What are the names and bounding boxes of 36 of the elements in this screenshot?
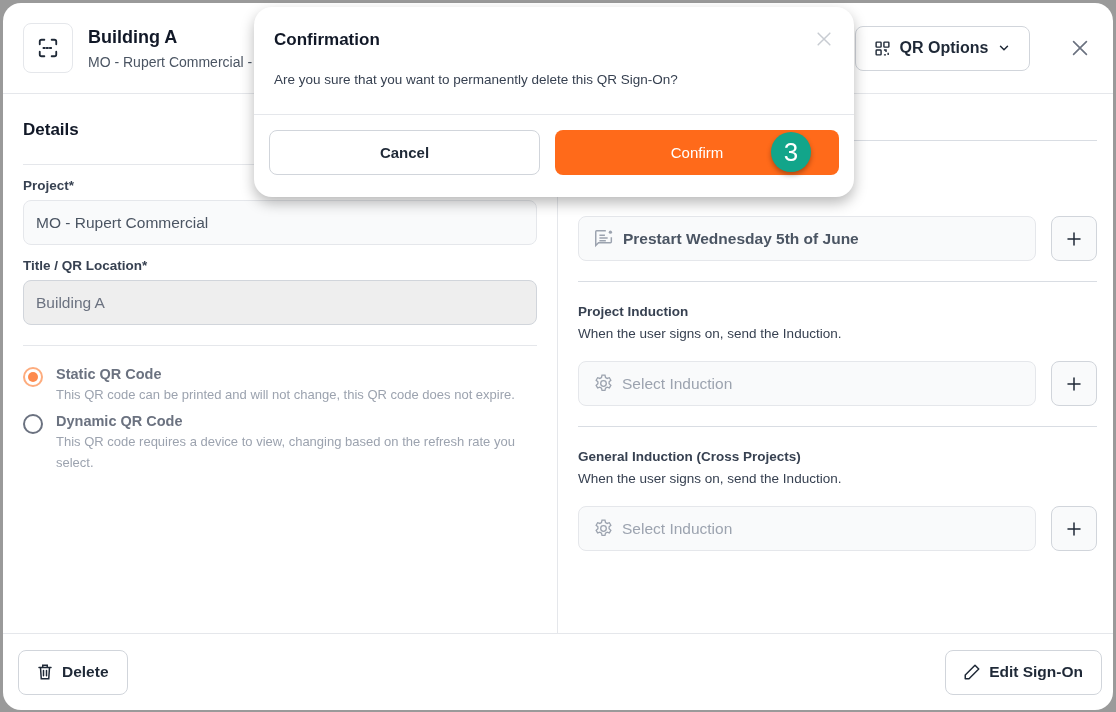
gear-icon xyxy=(593,518,614,539)
qr-code-icon xyxy=(873,39,891,57)
step-badge: 3 xyxy=(771,132,811,172)
delete-button[interactable]: Delete xyxy=(18,649,128,695)
radio-button[interactable] xyxy=(23,367,43,387)
qr-options-button[interactable]: QR Options xyxy=(855,25,1030,71)
trash-icon xyxy=(36,663,54,681)
option-title: Dynamic QR Code xyxy=(56,413,184,429)
section-description: When the user signs on, send the Induction. xyxy=(578,471,843,486)
edit-sign-on-button[interactable]: Edit Sign-On xyxy=(945,649,1102,695)
radio-button[interactable] xyxy=(23,414,43,434)
option-description: This QR code can be printed and will not change, this QR code does not expire. xyxy=(56,386,516,404)
cancel-button[interactable]: Cancel xyxy=(269,130,540,175)
plus-icon xyxy=(1065,374,1083,393)
option-title: Static QR Code xyxy=(56,366,163,382)
sign-on-title: Building A xyxy=(88,26,179,48)
field-label: Project* xyxy=(23,178,76,193)
gear-icon xyxy=(593,373,614,394)
section-description: When the user signs on, send the Induction. xyxy=(578,326,843,341)
plus-icon xyxy=(1065,519,1083,538)
text-field[interactable]: MO - Rupert Commercial xyxy=(23,200,537,245)
plus-icon xyxy=(1065,229,1083,248)
option-description: This QR code requires a device to view, changing based on the refresh rate you select. xyxy=(56,433,516,472)
dialog-message: Are you sure that you want to permanently delete this QR Sign-On? xyxy=(273,71,679,89)
dialog-title: Confirmation xyxy=(274,30,380,50)
scan-frame-icon xyxy=(37,37,59,59)
add-button[interactable] xyxy=(1051,506,1097,551)
sign-on-subtitle: MO - Rupert Commercial - xyxy=(88,53,253,70)
message-icon xyxy=(593,227,615,250)
section-heading: Project Induction xyxy=(578,304,690,319)
prestart-field[interactable]: Prestart Wednesday 5th of June xyxy=(578,216,1036,261)
pencil-icon xyxy=(963,663,982,681)
add-button[interactable] xyxy=(1051,361,1097,406)
field-label: Title / QR Location* xyxy=(23,258,149,273)
section-heading: General Induction (Cross Projects) xyxy=(578,449,802,464)
add-button[interactable] xyxy=(1051,216,1097,261)
